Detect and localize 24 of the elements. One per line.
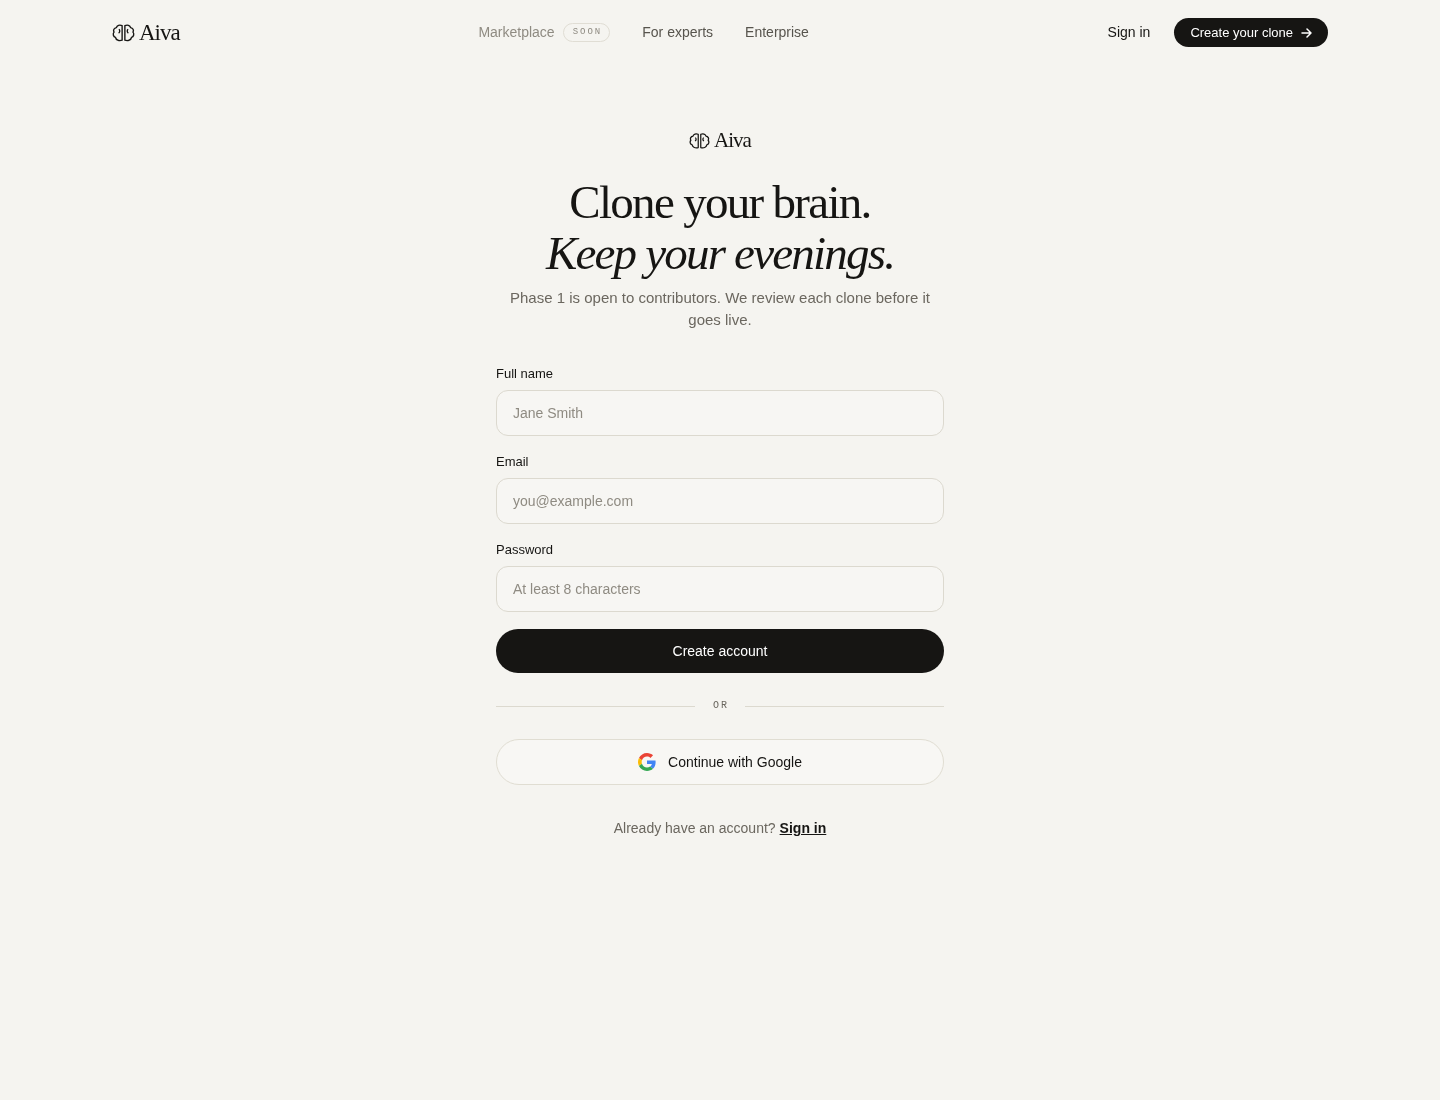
headline-text: Clone your brain. (569, 177, 871, 228)
field-label: Full name (496, 365, 555, 383)
logo-text: Aiva (714, 130, 751, 151)
sign-in-link[interactable]: Sign in (779, 818, 827, 838)
nav-link[interactable]: For experts (642, 22, 714, 43)
sign-in-prompt: Already have an account? (613, 819, 776, 838)
arrow-right-icon (1301, 27, 1312, 38)
sign-in-link[interactable]: Sign in (1107, 22, 1151, 43)
logo-text: Aiva (139, 21, 180, 44)
headline-text: Keep your evenings. (545, 228, 895, 279)
create-clone-button[interactable]: Create your clone (1174, 18, 1328, 47)
brain-icon (112, 23, 135, 42)
subtitle: Phase 1 is open to contributors. We review each clone before it goes live. (509, 288, 931, 330)
google-sign-in-button[interactable]: Continue with Google (496, 739, 944, 785)
divider-label: OR (712, 699, 729, 713)
nav-link[interactable]: Enterprise (745, 22, 809, 43)
brain-icon (689, 132, 711, 149)
input-field[interactable]: you@example.com (496, 478, 944, 524)
input-field[interactable]: At least 8 characters (496, 566, 944, 612)
field-label: Password (496, 541, 555, 559)
create-account-button[interactable]: Create account (496, 629, 944, 673)
google-logo-icon (638, 753, 657, 771)
input-field[interactable]: Jane Smith (496, 390, 944, 436)
field-label: Email (496, 453, 530, 471)
